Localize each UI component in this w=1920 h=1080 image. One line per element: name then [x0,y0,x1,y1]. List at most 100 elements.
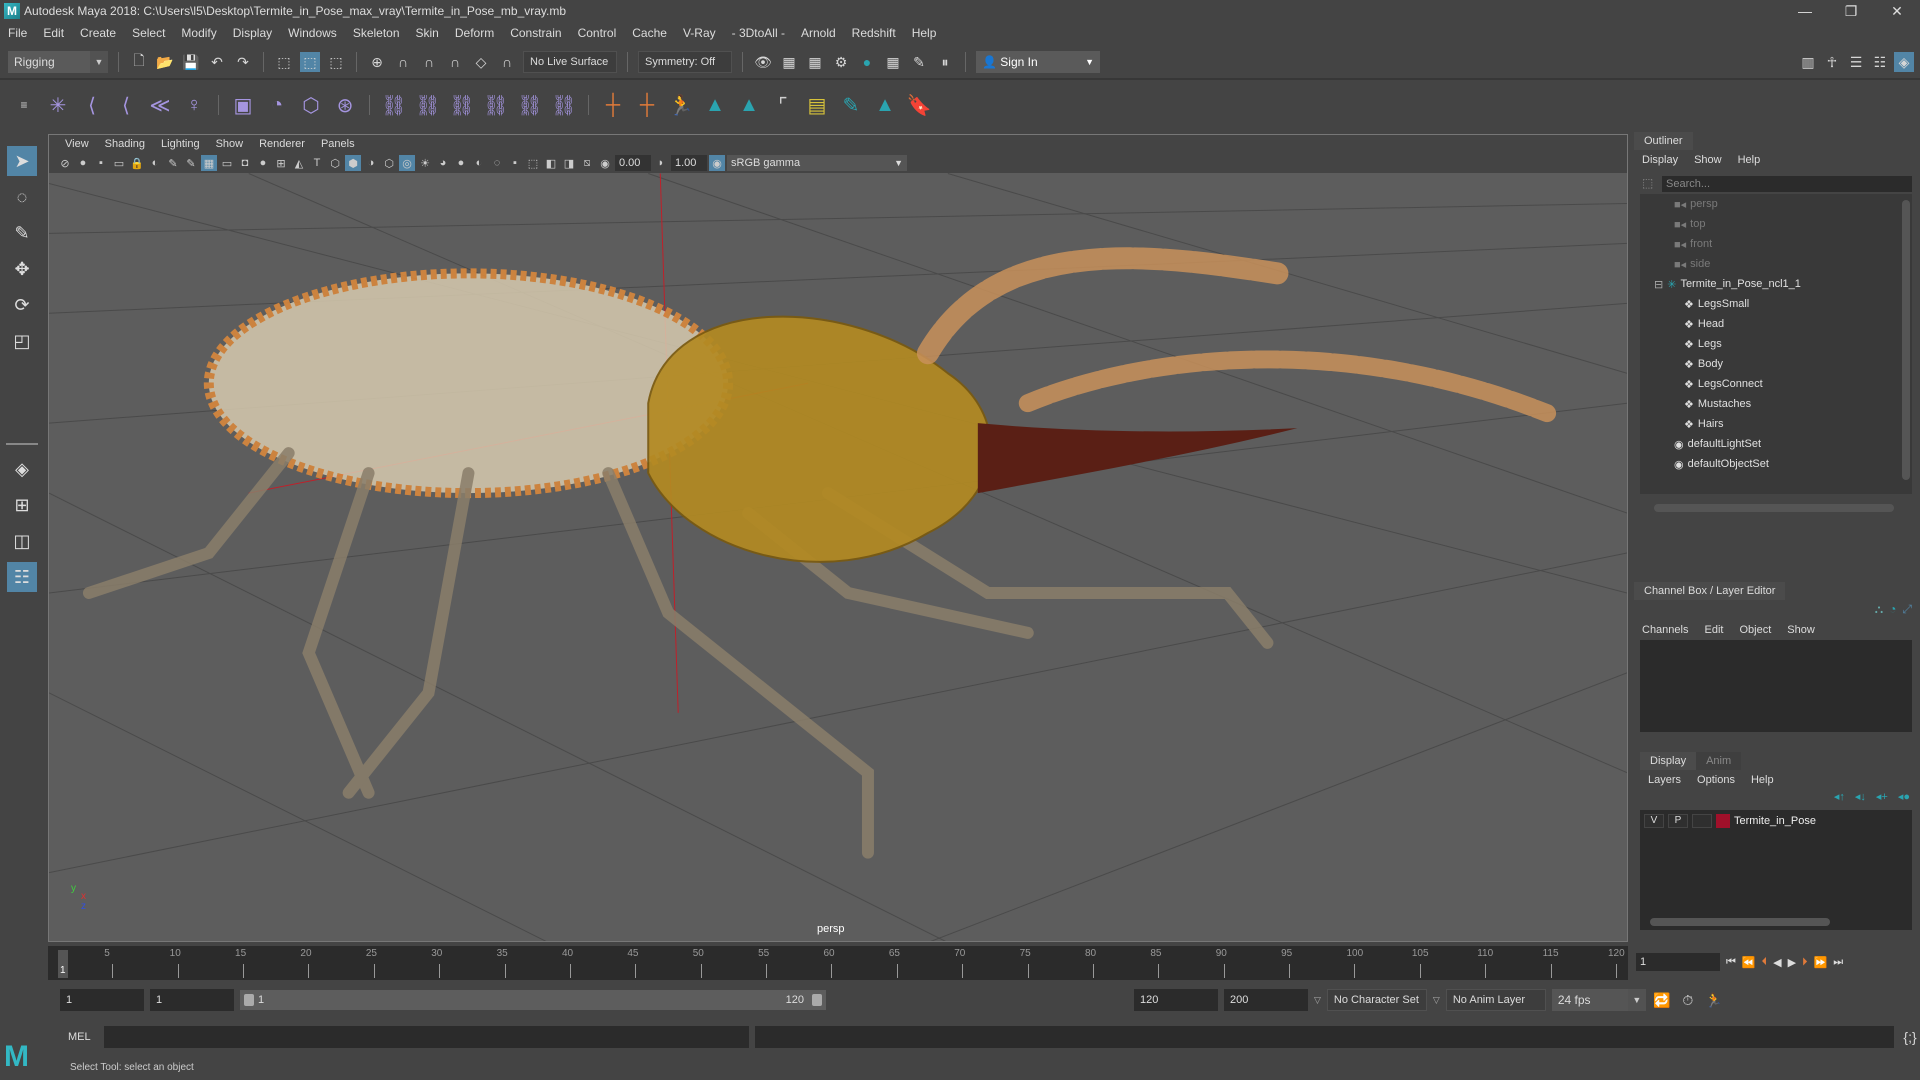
outliner-item-mustaches[interactable]: ❖ Mustaches [1684,394,1751,414]
maya-tool-2-icon[interactable]: ▲ [735,91,763,119]
scene-end-field[interactable]: 200 [1224,989,1308,1011]
range-slider[interactable]: 1 120 [240,990,826,1010]
menu-create[interactable]: Create [72,26,124,40]
smooth-shade-icon[interactable]: ⬢ [345,155,361,171]
scale-constraint-icon[interactable]: ⛓ [482,91,510,119]
light-editor-icon[interactable]: ✎ [909,52,929,72]
outliner-layout-icon[interactable]: ☷ [7,562,37,592]
wireframe-icon[interactable]: ⬡ [327,155,343,171]
exposure-icon[interactable]: ◉ [597,155,613,171]
safe-title-icon[interactable]: T [309,155,325,171]
ik-fk-constraint-icon[interactable]: ┼ [633,91,661,119]
pole-vector-constraint-icon[interactable]: ⛓ [550,91,578,119]
manipulator-icon[interactable]: ⛬ [1875,602,1883,617]
outliner-vscrollbar[interactable] [1902,200,1910,480]
layer-menu-help[interactable]: Help [1751,774,1774,786]
select-component-icon[interactable]: ⬚ [326,52,346,72]
panel-menu-show[interactable]: Show [208,138,252,150]
outliner-item-hairs[interactable]: ❖ Hairs [1684,414,1724,434]
xray-icon[interactable]: ◎ [399,155,415,171]
channelbox-title[interactable]: Channel Box / Layer Editor [1634,582,1786,600]
tool-settings-icon[interactable]: ☷ [1870,52,1890,72]
outliner-search-input[interactable]: Search... [1662,176,1912,192]
outliner-item-front[interactable]: ■◂ front [1674,234,1712,254]
camera-attributes-icon[interactable]: ● [75,155,91,171]
use-all-lights-icon[interactable]: ☀ [417,155,433,171]
menu-select[interactable]: Select [124,26,173,40]
bookmark-icon[interactable]: ▪ [93,155,109,171]
outliner-item-legssmall[interactable]: ❖ LegsSmall [1684,294,1749,314]
playback-end-field[interactable]: 120 [1134,989,1218,1011]
wireframe-on-shaded-icon[interactable]: ⬡ [381,155,397,171]
snap-point-icon[interactable]: ∩ [419,52,439,72]
character-runner-icon[interactable]: 🏃 [667,91,695,119]
select-object-icon[interactable]: ⬚ [300,52,320,72]
isolate-select-icon[interactable]: ⬚ [525,155,541,171]
step-forward-key-icon[interactable]: ⏩ [1814,956,1828,969]
animation-preferences-icon[interactable]: 🏃 [1704,990,1724,1010]
menu-control[interactable]: Control [570,26,625,40]
four-view-layout-icon[interactable]: ⊞ [7,490,37,520]
restore-button[interactable]: ❐ [1828,0,1874,22]
range-start-handle[interactable] [244,994,254,1006]
step-back-key-icon[interactable]: ⏪ [1742,956,1756,969]
exposure-field[interactable]: 0.00 [615,155,651,171]
move-layer-down-icon[interactable]: ◂↓ [1855,790,1866,803]
quick-rig-icon[interactable]: ♀ [180,91,208,119]
layer-playback-toggle[interactable]: P [1668,814,1688,828]
menu-skin[interactable]: Skin [408,26,447,40]
maya-tool-icon[interactable]: ▲ [701,91,729,119]
fps-dropdown[interactable]: 24 fps ▼ [1551,989,1646,1011]
outliner-item-defaultlightset[interactable]: ◉ defaultLightSet [1674,434,1761,454]
aim-constraint-icon[interactable]: ⛓ [516,91,544,119]
script-editor-icon[interactable]: {;} [1900,1027,1920,1047]
new-scene-icon[interactable]: 🗋 [129,52,149,72]
go-to-start-icon[interactable]: ⏮ [1726,956,1736,969]
termite-legs[interactable] [82,447,1274,859]
channelbox-menu-show[interactable]: Show [1787,624,1815,636]
layer-hscrollbar[interactable] [1650,918,1830,926]
render-setup-icon[interactable]: ▦ [883,52,903,72]
bookmark-add-icon[interactable]: 🔖 [905,91,933,119]
two-d-pan-icon[interactable]: ✎ [165,155,181,171]
new-layer-selected-icon[interactable]: ◂● [1898,790,1910,803]
layer-color-swatch[interactable] [1716,814,1730,828]
play-backwards-icon[interactable]: ◀ [1773,956,1781,969]
gamma-icon[interactable]: ◗ [653,155,669,171]
maya-tool-3-icon[interactable]: ▲ [871,91,899,119]
human-ik-icon[interactable]: ☥ [1822,52,1842,72]
auto-key-icon[interactable]: ⏱ [1678,990,1698,1010]
current-time-marker[interactable]: 1 [58,950,68,978]
undo-icon[interactable]: ↶ [207,52,227,72]
bind-skin-icon[interactable]: ▣ [229,91,257,119]
layer-tab-display[interactable]: Display [1640,752,1697,770]
color-space-dropdown[interactable]: sRGB gamma ▼ [727,155,907,171]
menu-constrain[interactable]: Constrain [502,26,569,40]
screen-space-ao-icon[interactable]: ● [453,155,469,171]
snap-grid-icon[interactable]: ⊕ [367,52,387,72]
cluster-icon[interactable]: ⊛ [331,91,359,119]
termite-model[interactable] [82,247,1557,859]
layer-visibility-toggle[interactable]: V [1644,814,1664,828]
layer-tool-icon[interactable]: ▤ [803,91,831,119]
sign-in-button[interactable]: 👤 Sign In ▼ [976,51,1100,73]
menu-modify[interactable]: Modify [173,26,224,40]
outliner-menu-display[interactable]: Display [1642,154,1678,166]
panel-menu-view[interactable]: View [57,138,97,150]
panel-menu-panels[interactable]: Panels [313,138,363,150]
snap-live-icon[interactable]: ◇ [471,52,491,72]
resolution-gate-icon[interactable]: ◘ [237,155,253,171]
menu-arnold[interactable]: Arnold [793,26,844,40]
default-material-icon[interactable]: ◑ [363,155,379,171]
anti-aliasing-icon[interactable]: ◌ [489,155,505,171]
current-frame-field[interactable]: 1 [1636,953,1720,971]
speed-icon[interactable]: ◔ [1889,602,1896,617]
panel-menu-renderer[interactable]: Renderer [251,138,313,150]
menu-3dtoall[interactable]: - 3DtoAll - [724,26,793,40]
point-constraint-icon[interactable]: ⛓ [414,91,442,119]
select-hierarchy-icon[interactable]: ⬚ [274,52,294,72]
filter-icon[interactable]: ⬚ [1642,176,1653,190]
grease-pencil-icon[interactable]: ✎ [183,155,199,171]
time-slider[interactable]: 1 5 10 15 20 25 30 35 40 45 50 55 60 65 70 75 80 85 90 95 10… [48,946,1628,980]
outliner-hscrollbar[interactable] [1654,504,1894,512]
